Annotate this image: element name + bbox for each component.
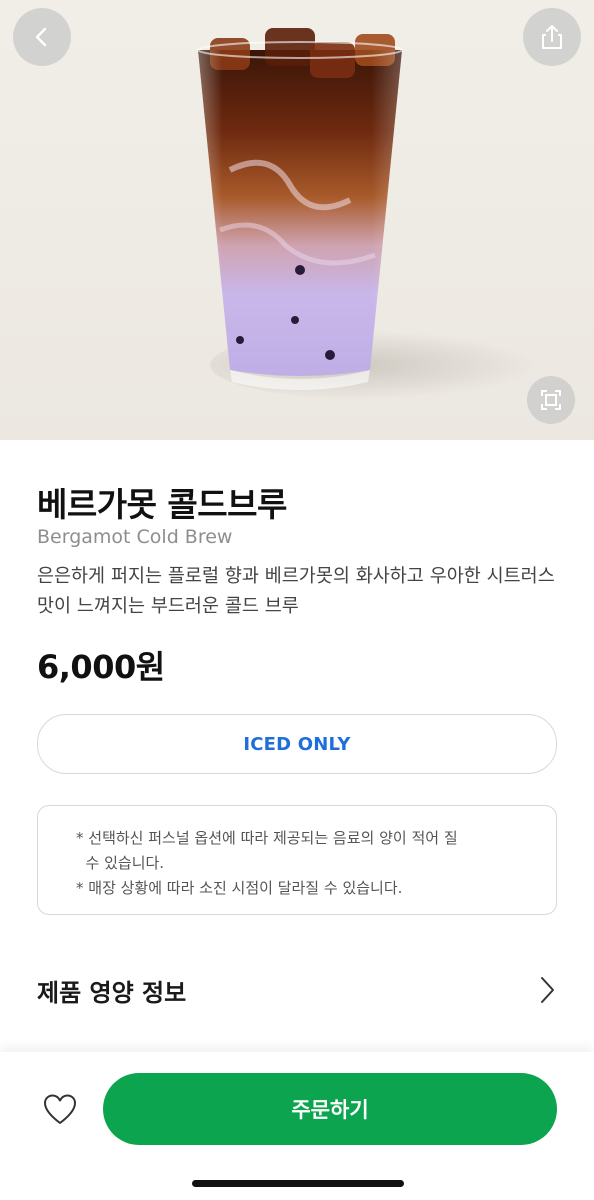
chevron-right-icon — [541, 977, 554, 1003]
notice-line: * 선택하신 퍼스널 옵션에 따라 제공되는 음료의 양이 적어 질 — [76, 829, 458, 847]
temperature-option-label: ICED ONLY — [243, 733, 351, 755]
iced-only-badge: ICED ONLY — [37, 714, 557, 774]
product-price: 6,000원 — [37, 648, 165, 686]
share-icon — [542, 25, 562, 49]
favorite-button[interactable] — [40, 1090, 80, 1130]
notice-line: 수 있습니다. — [76, 854, 165, 872]
order-button[interactable]: 주문하기 — [103, 1073, 557, 1145]
order-button-label: 주문하기 — [291, 1098, 369, 1122]
product-english-name: Bergamot Cold Brew — [37, 526, 233, 548]
product-hero-image-area — [0, 0, 594, 440]
heart-icon — [44, 1094, 76, 1124]
back-button[interactable] — [13, 8, 71, 66]
notice-line: * 매장 상황에 따라 소진 시점이 달라질 수 있습니다. — [76, 879, 403, 897]
expand-image-button[interactable] — [527, 376, 575, 424]
notice-box: * 선택하신 퍼스널 옵션에 따라 제공되는 음료의 양이 적어 질 수 있습니… — [37, 805, 557, 915]
share-button[interactable] — [523, 8, 581, 66]
product-description: 은은하게 퍼지는 플로럴 향과 베르가못의 화사하고 우아한 시트러스 맛이 느… — [37, 566, 555, 617]
chevron-left-icon — [35, 27, 47, 47]
nutrition-info-row[interactable]: 제품 영양 정보 — [37, 965, 557, 1015]
home-indicator — [192, 1180, 404, 1187]
product-title: 베르가못 콜드브루 — [37, 485, 287, 524]
nutrition-info-label: 제품 영양 정보 — [37, 978, 187, 1007]
expand-icon — [541, 390, 561, 410]
drink-image — [197, 28, 403, 390]
